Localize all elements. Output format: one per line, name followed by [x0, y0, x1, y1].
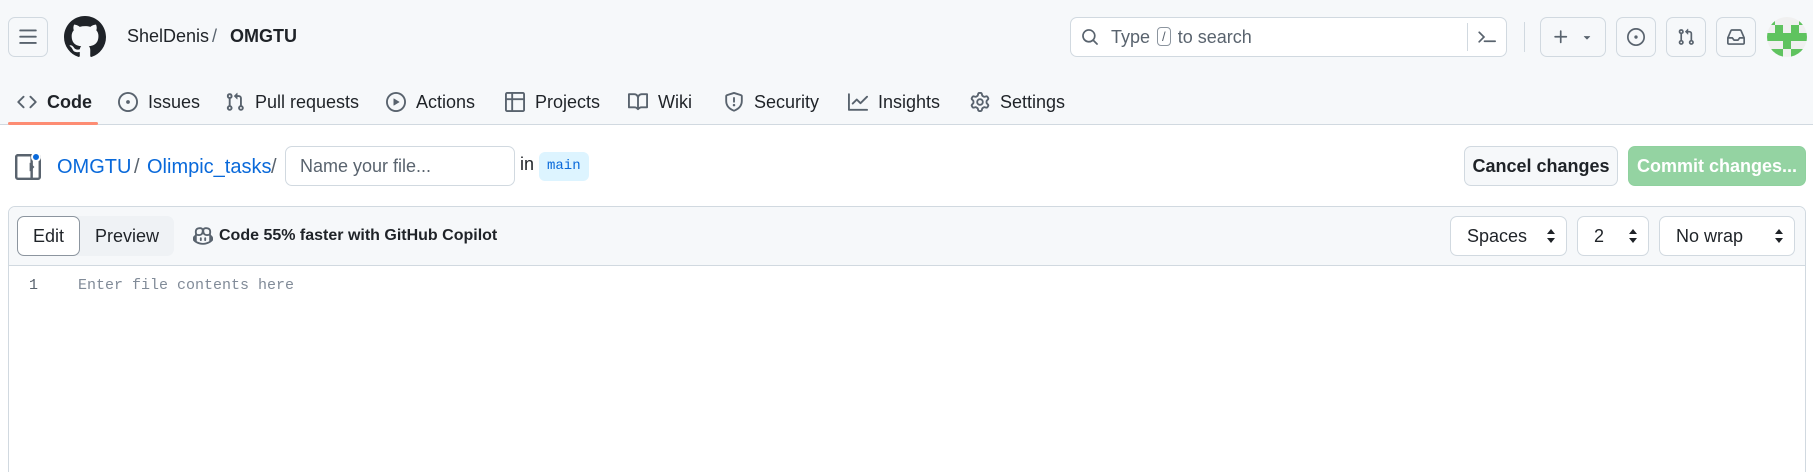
identicon-avatar-icon: [1767, 17, 1807, 57]
tab-label: Settings: [1000, 91, 1066, 112]
play-icon: [386, 92, 406, 112]
search-icon: [1082, 29, 1098, 45]
shield-icon: [725, 92, 743, 112]
search-shortcut-key: /: [1157, 27, 1171, 46]
tab-label: Projects: [535, 91, 601, 112]
in-label: in: [520, 154, 535, 174]
copilot-promo-link[interactable]: Code 55% faster with GitHub Copilot: [193, 226, 497, 246]
search-suffix: to search: [1177, 27, 1252, 47]
filename-input[interactable]: [285, 146, 515, 186]
breadcrumb-repo[interactable]: OMGTU: [230, 23, 297, 49]
tab-settings[interactable]: Settings: [970, 80, 1065, 124]
indent-size-value: 2: [1594, 226, 1605, 246]
issues-button[interactable]: [1616, 17, 1656, 57]
breadcrumb-separator: /: [212, 26, 218, 46]
header-divider: [1524, 22, 1525, 52]
git-pull-request-icon: [226, 92, 244, 111]
branch-badge: main: [539, 152, 589, 181]
indent-mode-select[interactable]: Spaces: [1450, 216, 1567, 256]
select-arrows-icon: [1547, 229, 1555, 243]
editor-toolbar: Edit Preview Code 55% faster with GitHub…: [9, 207, 1805, 266]
line-number: 1: [29, 277, 39, 294]
search-input[interactable]: Type / to search: [1070, 17, 1507, 57]
inbox-button[interactable]: [1716, 17, 1756, 57]
tab-code[interactable]: Code: [17, 80, 92, 124]
tab-label: Actions: [416, 91, 476, 112]
wrap-mode-value: No wrap: [1676, 226, 1744, 246]
command-palette-button[interactable]: [1467, 23, 1505, 51]
tab-label: Code: [47, 91, 92, 112]
graph-icon: [848, 93, 868, 111]
copilot-icon: [193, 227, 213, 245]
tab-projects[interactable]: Projects: [505, 80, 600, 124]
gear-icon: [970, 92, 990, 112]
edit-mode-switch: Edit Preview: [17, 216, 174, 256]
breadcrumb-owner[interactable]: ShelDenis: [127, 23, 209, 49]
code-icon: [17, 95, 37, 109]
tab-label: Pull requests: [255, 91, 360, 112]
wrap-mode-select[interactable]: No wrap: [1659, 216, 1795, 256]
search-placeholder: Type / to search: [1111, 27, 1252, 48]
create-new-button[interactable]: [1540, 17, 1606, 57]
path-folder-link[interactable]: Olimpic_tasks: [147, 153, 271, 181]
tab-security[interactable]: Security: [724, 80, 819, 124]
tab-label: Wiki: [658, 91, 692, 112]
indent-mode-value: Spaces: [1467, 226, 1528, 246]
active-tab-indicator: [8, 122, 98, 125]
path-root-link[interactable]: OMGTU: [57, 153, 131, 181]
edit-tab[interactable]: Edit: [17, 216, 80, 256]
pull-requests-button[interactable]: [1666, 17, 1706, 57]
select-arrows-icon: [1629, 229, 1637, 243]
inbox-icon: [1727, 29, 1745, 45]
commit-changes-button[interactable]: Commit changes...: [1628, 146, 1806, 186]
book-icon: [628, 93, 648, 111]
cancel-changes-button[interactable]: Cancel changes: [1464, 146, 1618, 186]
indent-size-select[interactable]: 2: [1577, 216, 1649, 256]
git-pull-request-icon: [1678, 28, 1694, 45]
plus-icon: [1554, 30, 1568, 44]
terminal-icon: [1477, 31, 1496, 43]
tab-issues[interactable]: Issues: [118, 80, 200, 124]
notification-dot: [31, 152, 41, 162]
file-editor: Edit Preview Code 55% faster with GitHub…: [8, 206, 1806, 472]
tab-label: Issues: [148, 91, 201, 112]
copilot-promo-text: Code 55% faster with GitHub Copilot: [219, 227, 498, 244]
path-separator: /: [271, 156, 277, 178]
table-icon: [505, 92, 525, 112]
tab-label: Security: [754, 91, 820, 112]
github-logo-icon[interactable]: [64, 16, 106, 58]
file-tree-toggle-button[interactable]: [15, 152, 45, 182]
tab-label: Insights: [878, 91, 941, 112]
triangle-down-icon: [1583, 36, 1591, 40]
select-arrows-icon: [1775, 229, 1783, 243]
menu-button[interactable]: [8, 17, 48, 57]
avatar[interactable]: [1767, 17, 1807, 57]
preview-tab[interactable]: Preview: [80, 216, 174, 256]
tab-actions[interactable]: Actions: [386, 80, 475, 124]
issue-opened-icon: [118, 92, 138, 112]
issue-opened-icon: [1627, 28, 1645, 46]
search-prefix: Type: [1111, 27, 1151, 47]
path-separator: /: [134, 156, 140, 178]
global-header: ShelDenis / OMGTU Type / to search Code …: [0, 0, 1813, 125]
code-editor-input[interactable]: Enter file contents here: [78, 277, 294, 294]
tab-pull-requests[interactable]: Pull requests: [225, 80, 359, 124]
hamburger-icon: [19, 29, 37, 44]
tab-insights[interactable]: Insights: [848, 80, 940, 124]
tab-wiki[interactable]: Wiki: [628, 80, 692, 124]
